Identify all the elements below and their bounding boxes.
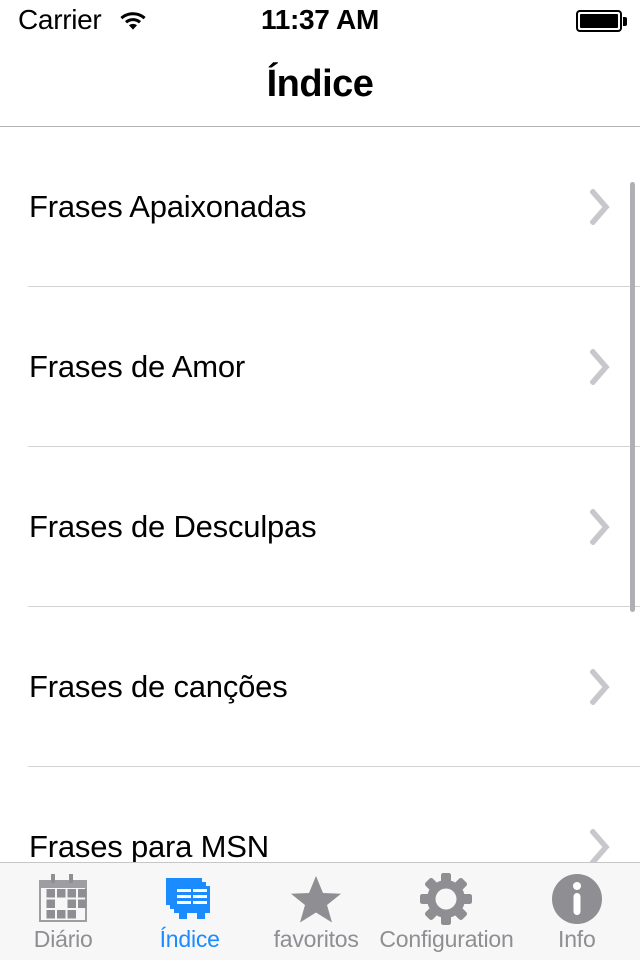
tab-label: favoritos (273, 926, 359, 952)
tab-configuration[interactable]: Configuration (379, 863, 514, 960)
list-item-label: Frases Apaixonadas (29, 189, 307, 224)
gear-icon (416, 873, 476, 925)
tab-label: Diário (33, 926, 93, 952)
info-circle-icon (547, 873, 607, 925)
chevron-right-icon (589, 828, 610, 862)
tab-bar: Diário Índice favoritos Configuration In… (0, 862, 640, 960)
calendar-icon (33, 873, 93, 925)
list-item[interactable]: Frases de Desculpas (0, 447, 640, 607)
tab-di-rio[interactable]: Diário (0, 863, 126, 960)
tab-label: Índice (159, 926, 220, 952)
star-icon (286, 873, 346, 925)
chevron-right-icon (589, 188, 610, 226)
status-bar: Carrier 11:37 AM (0, 0, 640, 40)
index-list[interactable]: Frases Apaixonadas Frases de Amor Frases… (0, 127, 640, 862)
scrollbar-thumb[interactable] (630, 182, 635, 612)
chevron-right-icon (589, 508, 610, 546)
page-title: Índice (266, 63, 374, 105)
list-item[interactable]: Frases para MSN (0, 767, 640, 862)
tab-info[interactable]: Info (514, 863, 640, 960)
list-item[interactable]: Frases de Amor (0, 287, 640, 447)
stacked-pages-icon (160, 873, 220, 925)
status-time: 11:37 AM (261, 4, 379, 35)
chevron-right-icon (589, 348, 610, 386)
list-item[interactable]: Frases Apaixonadas (0, 127, 640, 287)
list-item[interactable]: Frases de canções (0, 607, 640, 767)
list-item-label: Frases de Desculpas (29, 509, 317, 544)
app-screen: Carrier 11:37 AM Índice Frases Apaixonad… (0, 0, 640, 960)
battery-full-icon (576, 10, 628, 32)
tab-favoritos[interactable]: favoritos (253, 863, 379, 960)
chevron-right-icon (589, 668, 610, 706)
tab--ndice[interactable]: Índice (126, 863, 252, 960)
navigation-bar: Índice (0, 40, 640, 127)
list-item-label: Frases de canções (29, 669, 288, 704)
tab-label: Info (558, 926, 596, 952)
list-item-label: Frases de Amor (29, 349, 246, 384)
list-item-label: Frases para MSN (29, 829, 269, 862)
tab-label: Configuration (379, 926, 514, 952)
